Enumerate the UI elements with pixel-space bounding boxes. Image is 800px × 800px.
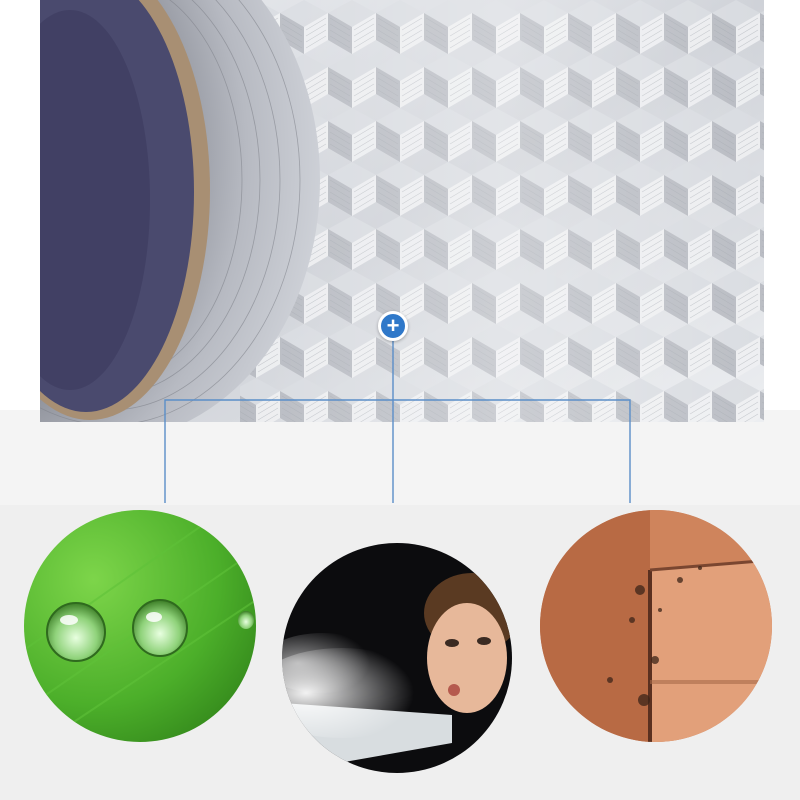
person-blowing-dust-photo [282,543,512,773]
foil-tape-roll-photo [40,0,764,422]
plus-icon[interactable]: + [378,311,408,341]
moldy-wall-corner-photo [540,510,772,742]
water-droplet-on-leaf-photo [24,510,256,742]
